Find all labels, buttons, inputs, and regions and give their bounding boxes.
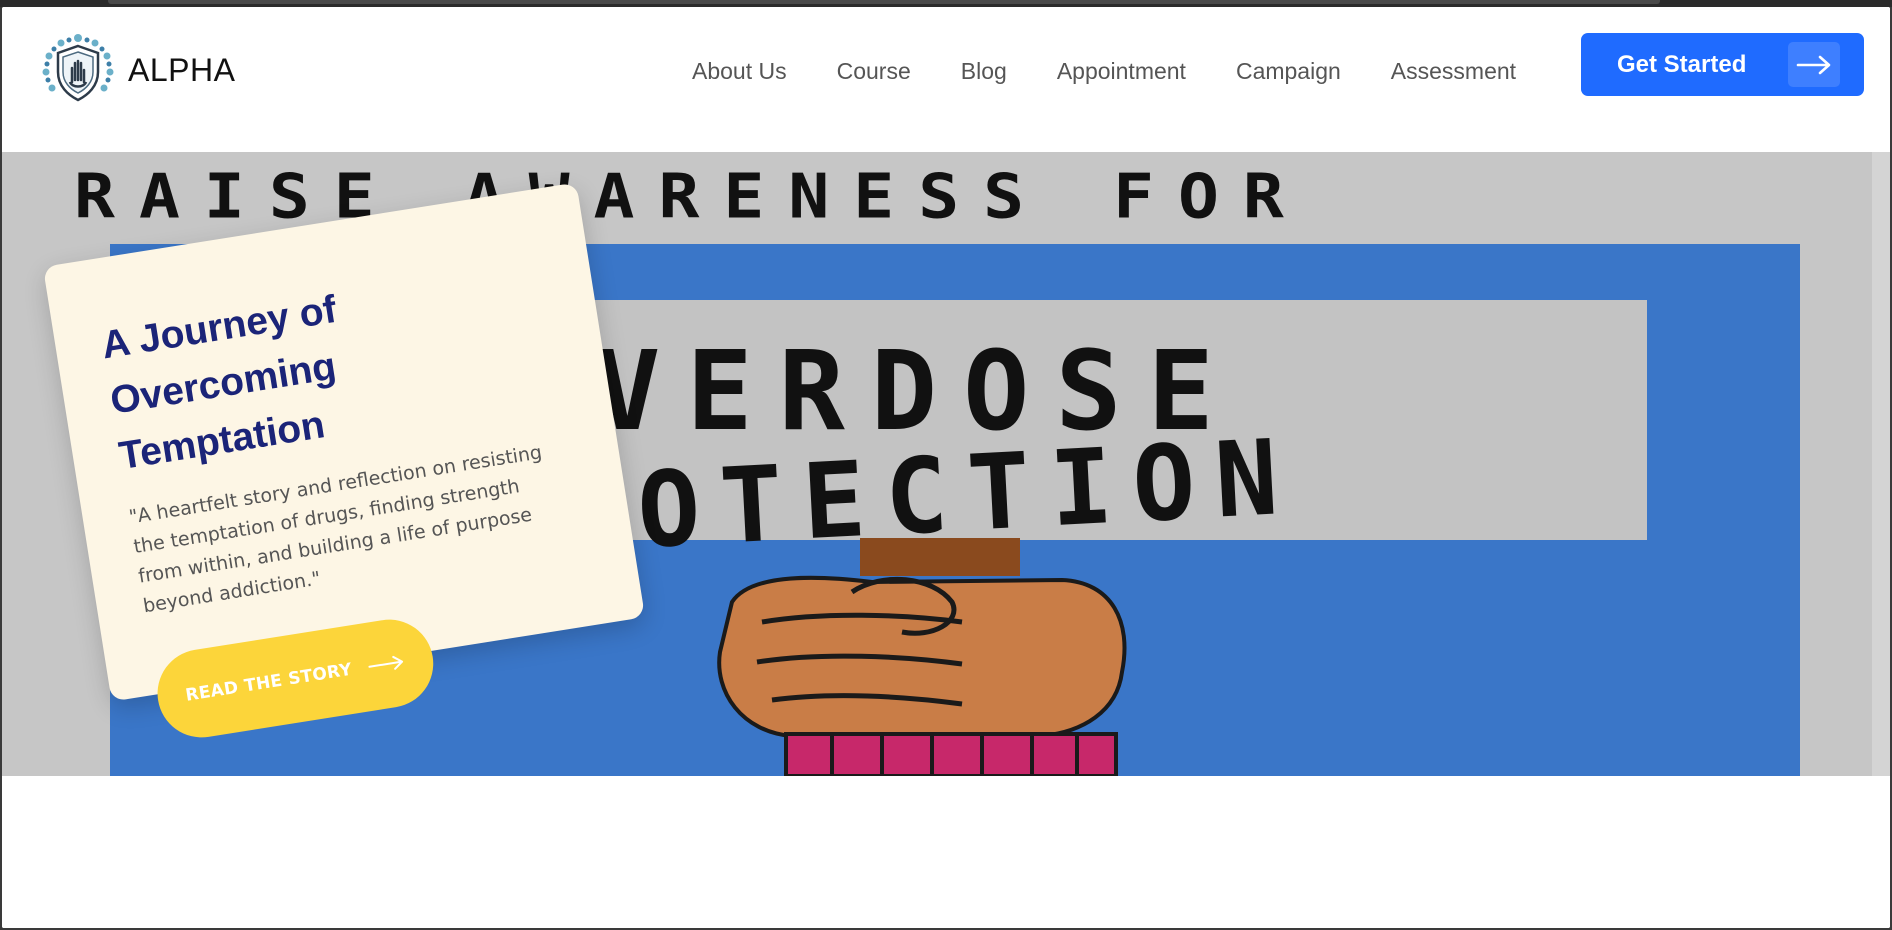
- below-hero-space: [2, 776, 1890, 928]
- brand-logo[interactable]: ALPHA: [40, 32, 235, 108]
- site-header: ALPHA About Us Course Blog Appointment C…: [2, 7, 1890, 152]
- nav-assessment[interactable]: Assessment: [1391, 47, 1516, 95]
- nav-course[interactable]: Course: [837, 47, 911, 95]
- arrow-right-icon: [1788, 42, 1840, 87]
- nav-campaign[interactable]: Campaign: [1236, 47, 1341, 95]
- read-the-story-label: READ THE STORY: [184, 659, 354, 706]
- main-nav: About Us Course Blog Appointment Campaig…: [692, 47, 1566, 95]
- nav-blog[interactable]: Blog: [961, 47, 1007, 95]
- story-card: A Journey of Overcoming Temptation "A he…: [42, 182, 646, 744]
- hero-banner: RAISE AWARENESS FOR OVERDOSE PROTECTION …: [2, 152, 1890, 776]
- shield-hand-logo-icon: [42, 34, 114, 102]
- arrow-right-icon: [368, 655, 404, 670]
- browser-top-strip: [0, 0, 1892, 7]
- nav-appointment[interactable]: Appointment: [1057, 47, 1186, 95]
- story-title: A Journey of Overcoming Temptation: [98, 287, 340, 479]
- get-started-button[interactable]: Get Started: [1581, 33, 1864, 96]
- brand-name: ALPHA: [128, 51, 236, 88]
- page-window: ALPHA About Us Course Blog Appointment C…: [2, 7, 1890, 928]
- nav-about-us[interactable]: About Us: [692, 47, 787, 95]
- get-started-label: Get Started: [1617, 50, 1747, 78]
- tab-line: [108, 0, 1660, 4]
